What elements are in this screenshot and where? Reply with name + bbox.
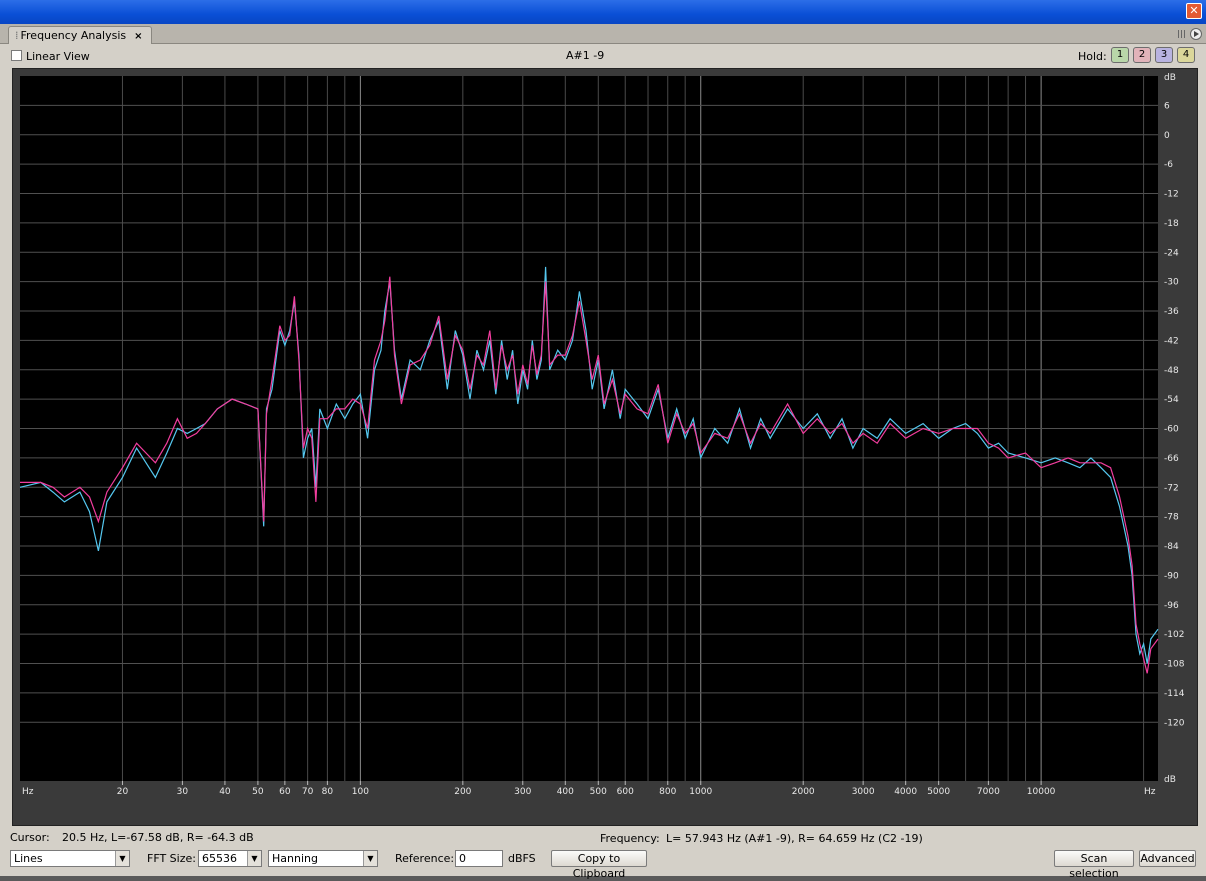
panel-tab-row: ⁞ Frequency Analysis × <box>0 24 1206 44</box>
y-tick-label: -54 <box>1164 395 1179 405</box>
y-tick-label: -102 <box>1164 630 1184 640</box>
y-tick-label: -48 <box>1164 366 1179 376</box>
reference-unit: dBFS <box>508 852 536 865</box>
chevron-down-icon[interactable]: ▼ <box>115 851 129 866</box>
hold-label: Hold: <box>1078 50 1107 63</box>
hold-button-2[interactable]: 2 <box>1133 47 1151 63</box>
x-tick-label: 60 <box>279 787 291 797</box>
x-tick-label: 50 <box>252 787 264 797</box>
window-function-value: Hanning <box>272 852 318 865</box>
tab-close-icon[interactable]: × <box>134 31 142 42</box>
window-close-button[interactable]: ✕ <box>1186 3 1202 19</box>
fft-size-select[interactable]: 65536 ▼ <box>198 850 262 867</box>
y-tick-label: 0 <box>1164 131 1170 141</box>
y-tick-label: -96 <box>1164 601 1179 611</box>
x-tick-label: 100 <box>352 787 369 797</box>
tab-frequency-analysis[interactable]: ⁞ Frequency Analysis × <box>8 26 152 44</box>
view-options-row: Linear View A#1 -9 Hold: 1 2 3 4 <box>0 44 1206 68</box>
y-tick-label: -114 <box>1164 689 1185 699</box>
frequency-label: Frequency: <box>600 832 660 845</box>
x-tick-label: 5000 <box>927 787 950 797</box>
y-tick-label: -78 <box>1164 513 1179 523</box>
y-tick-label: -6 <box>1164 160 1173 170</box>
x-tick-label: 80 <box>322 787 334 797</box>
frequency-analysis-panel: ⁞ Frequency Analysis × Linear View A#1 -9 … <box>0 24 1206 880</box>
y-tick-label: -18 <box>1164 219 1179 229</box>
y-tick-label: -24 <box>1164 248 1179 258</box>
x-unit-label-left: Hz <box>22 787 34 797</box>
y-tick-label: -12 <box>1164 190 1179 200</box>
reference-input[interactable]: 0 <box>455 850 503 867</box>
x-tick-label: 40 <box>219 787 231 797</box>
x-tick-label: 4000 <box>894 787 917 797</box>
x-tick-label: 800 <box>659 787 676 797</box>
window-function-select[interactable]: Hanning ▼ <box>268 850 378 867</box>
x-unit-label-right: Hz <box>1144 787 1156 797</box>
peak-note-display: A#1 -9 <box>566 49 605 62</box>
frequency-readout: L= 57.943 Hz (A#1 -9), R= 64.659 Hz (C2 … <box>666 832 923 845</box>
x-tick-label: 10000 <box>1027 787 1056 797</box>
readout-row: Cursor: 20.5 Hz, L=-67.58 dB, R= -64.3 d… <box>0 828 1206 846</box>
x-tick-label: 600 <box>617 787 634 797</box>
window-titlebar: ✕ <box>0 0 1206 24</box>
x-tick-label: 3000 <box>852 787 875 797</box>
y-tick-label: -66 <box>1164 454 1179 464</box>
scan-selection-button[interactable]: Scan selection <box>1054 850 1134 880</box>
spectrum-chart-svg[interactable]: 20 30 40 50 60 70 80 100 200 300 400 500 600 800 1000 2… <box>13 69 1199 827</box>
panel-menu-icon[interactable] <box>1176 27 1204 41</box>
x-tick-label: 1000 <box>689 787 712 797</box>
y-tick-label: -72 <box>1164 483 1179 493</box>
y-tick-label: 6 <box>1164 101 1170 111</box>
advanced-button[interactable]: Advanced <box>1139 850 1196 867</box>
x-tick-label: 20 <box>117 787 129 797</box>
x-tick-label: 200 <box>454 787 471 797</box>
hold-button-1[interactable]: 1 <box>1111 47 1129 63</box>
controls-row: Lines ▼ FFT Size: 65536 ▼ Hanning ▼ Refe… <box>0 848 1206 880</box>
x-tick-label: 30 <box>177 787 189 797</box>
linear-view-checkbox[interactable] <box>11 50 22 61</box>
y-tick-label: -84 <box>1164 542 1179 552</box>
x-tick-label: 500 <box>590 787 607 797</box>
y-tick-label: -42 <box>1164 336 1179 346</box>
display-mode-value: Lines <box>14 852 43 865</box>
chevron-down-icon[interactable]: ▼ <box>247 851 261 866</box>
y-tick-label: -90 <box>1164 571 1179 581</box>
tab-title: Frequency Analysis <box>20 29 127 42</box>
x-tick-label: 7000 <box>977 787 1000 797</box>
cursor-readout: 20.5 Hz, L=-67.58 dB, R= -64.3 dB <box>62 831 254 844</box>
spectrum-graph[interactable]: 20 30 40 50 60 70 80 100 200 300 400 500 600 800 1000 2… <box>12 68 1198 826</box>
fft-size-value: 65536 <box>202 852 237 865</box>
y-tick-label: -120 <box>1164 718 1185 728</box>
y-unit-label-top: dB <box>1164 73 1176 83</box>
x-tick-label: 400 <box>557 787 574 797</box>
hold-button-4[interactable]: 4 <box>1177 47 1195 63</box>
x-tick-label: 2000 <box>792 787 815 797</box>
reference-label: Reference: <box>395 852 455 865</box>
copy-to-clipboard-button[interactable]: Copy to Clipboard <box>551 850 647 880</box>
y-tick-label: -108 <box>1164 660 1185 670</box>
y-tick-label: -30 <box>1164 278 1179 288</box>
y-tick-label: -36 <box>1164 307 1179 317</box>
cursor-label: Cursor: <box>10 831 50 844</box>
y-unit-label-bottom: dB <box>1164 775 1176 785</box>
linear-view-label: Linear View <box>26 50 90 63</box>
x-tick-label: 70 <box>302 787 314 797</box>
fft-size-label: FFT Size: <box>147 852 196 865</box>
y-tick-label: -60 <box>1164 425 1179 435</box>
x-tick-label: 300 <box>514 787 531 797</box>
display-mode-select[interactable]: Lines ▼ <box>10 850 130 867</box>
drag-grip-icon[interactable]: ⁞ <box>15 29 19 42</box>
chevron-down-icon[interactable]: ▼ <box>363 851 377 866</box>
hold-button-3[interactable]: 3 <box>1155 47 1173 63</box>
